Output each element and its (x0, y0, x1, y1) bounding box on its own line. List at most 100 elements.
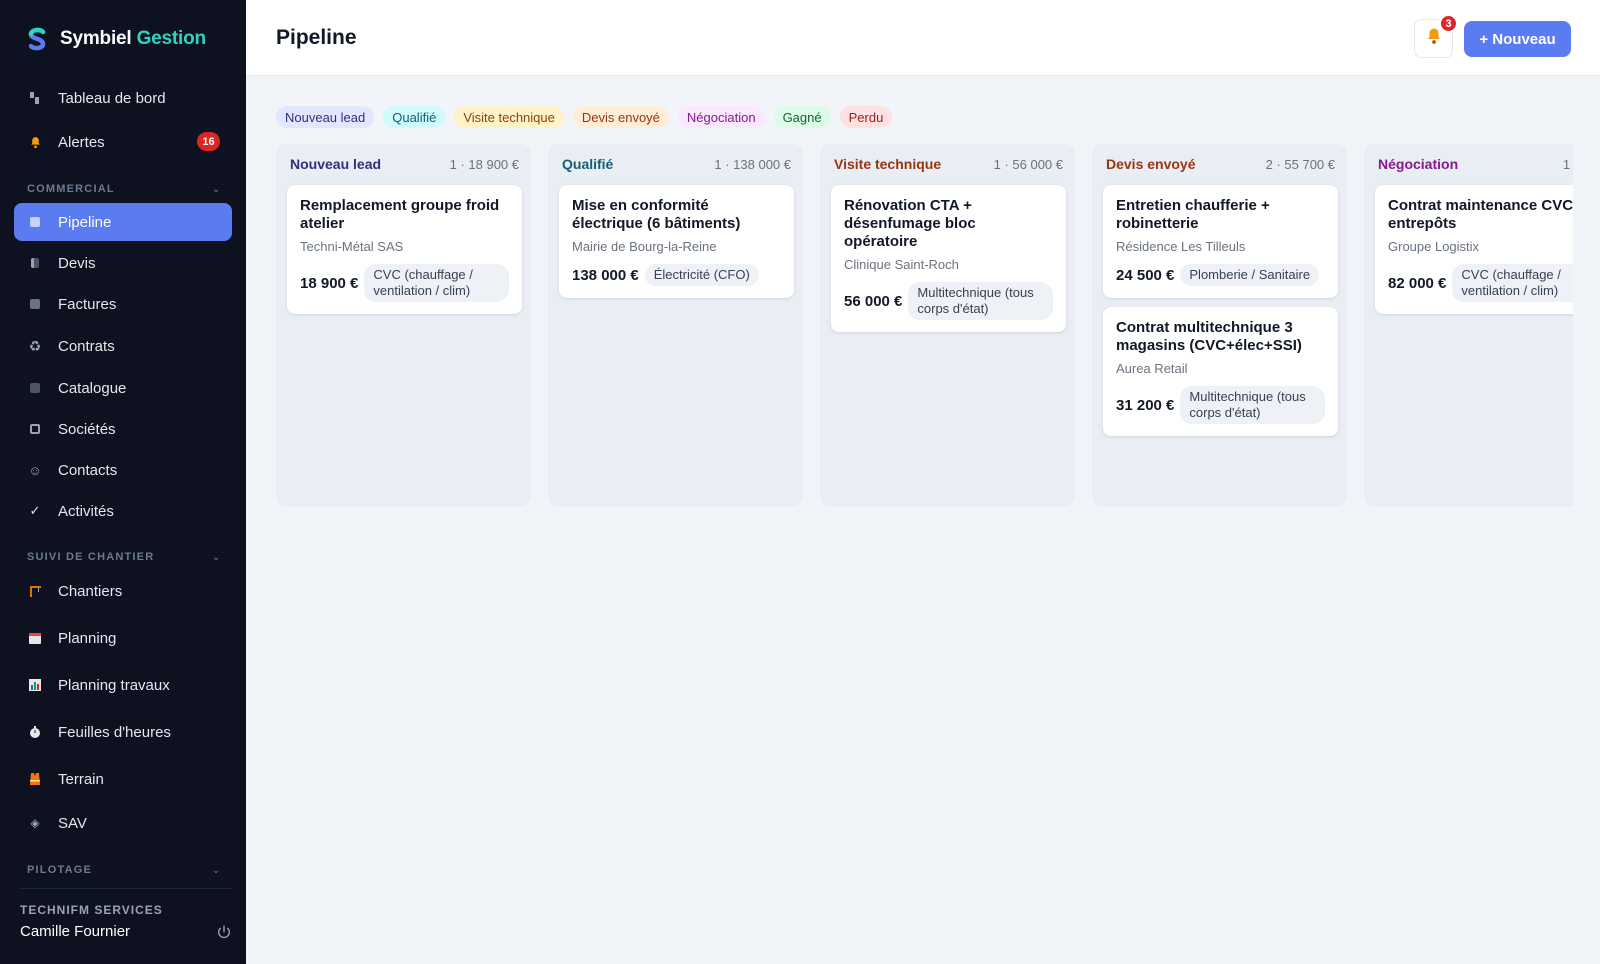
filter-chip-gagne[interactable]: Gagné (773, 106, 831, 128)
bar-chart-icon (28, 678, 42, 692)
sidebar-item-activites[interactable]: ✓ Activités (14, 492, 232, 530)
filter-chip-perdu[interactable]: Perdu (839, 106, 893, 128)
power-icon[interactable] (216, 924, 232, 940)
deal-title: Contrat multitechnique 3 magasins (CVC+é… (1116, 319, 1302, 354)
sidebar-item-planning-travaux[interactable]: Planning travaux (14, 666, 232, 704)
sidebar-item-label: Pipeline (58, 213, 112, 231)
sidebar-item-contrats[interactable]: ♻ Contrats (14, 327, 232, 365)
chevron-down-icon: ⌄ (212, 864, 221, 875)
safety-vest-icon (28, 772, 42, 786)
sidebar-item-terrain[interactable]: Terrain (14, 760, 232, 798)
sidebar-item-devis[interactable]: Devis (14, 244, 232, 282)
logo-icon (26, 26, 48, 52)
column-title: Nouveau lead (290, 156, 382, 172)
brand-name: Symbiel Gestion (60, 28, 206, 49)
pipeline-board: Nouveau lead 1 · 18 900 € Remplacement gro… (276, 144, 1573, 506)
trade-tag: Multitechnique (tous corps d'état) (908, 282, 1053, 320)
deal-card[interactable]: Contrat multitechnique 3 magasins (CVC+é… (1103, 307, 1338, 436)
deal-amount: 18 900 € (300, 274, 359, 292)
alerts-count-badge: 16 (197, 132, 220, 151)
column-nouveau-lead: Nouveau lead 1 · 18 900 € Remplacement gro… (276, 144, 531, 506)
sidebar: Symbiel Gestion Tableau de bord Alertes … (0, 0, 246, 964)
column-header: Qualifié 1 · 138 000 € (562, 156, 791, 172)
bell-icon (28, 135, 42, 149)
notifications-button[interactable]: 3 (1414, 14, 1458, 58)
sidebar-item-label: Catalogue (58, 379, 127, 397)
section-commercial[interactable]: COMMERCIAL ⌄ (27, 181, 221, 197)
deal-card[interactable]: Remplacement groupe froid atelier Techni-… (287, 185, 522, 314)
section-pilotage[interactable]: PILOTAGE ⌄ (27, 862, 221, 878)
section-title: PILOTAGE (27, 864, 93, 876)
sidebar-item-tableau-de-bord[interactable]: Tableau de bord (14, 79, 232, 117)
sidebar-item-alertes[interactable]: Alertes 16 (14, 123, 232, 161)
column-header: Négociation 1 · 82 0 (1378, 156, 1573, 172)
sidebar-item-catalogue[interactable]: Catalogue (14, 369, 232, 407)
check-icon: ✓ (29, 503, 41, 518)
sidebar-item-label: Feuilles d'heures (58, 723, 171, 741)
sidebar-item-sav[interactable]: ◈ SAV (14, 804, 232, 842)
column-summary: 1 · 82 0 (1562, 156, 1573, 172)
brand[interactable]: Symbiel Gestion (26, 24, 206, 54)
trade-tag: Plomberie / Sanitaire (1180, 264, 1320, 286)
column-header: Visite technique 1 · 56 000 € (834, 156, 1063, 172)
deal-title: Entretien chaufferie + robinetterie (1116, 197, 1270, 232)
deal-company: Techni-Métal SAS (300, 239, 404, 254)
quote-icon (28, 256, 42, 270)
deal-company: Mairie de Bourg-la-Reine (572, 239, 717, 254)
filter-chip-nouveau-lead[interactable]: Nouveau lead (276, 106, 375, 128)
deal-card[interactable]: Contrat maintenance CVC – entrepôts Group… (1375, 185, 1573, 314)
deal-card[interactable]: Entretien chaufferie + robinetterie Résid… (1103, 185, 1338, 298)
deal-title: Remplacement groupe froid atelier (300, 197, 500, 232)
filter-chip-qualifie[interactable]: Qualifié (383, 106, 446, 128)
deal-company: Clinique Saint-Roch (844, 257, 959, 272)
column-header: Nouveau lead 1 · 18 900 € (290, 156, 519, 172)
deal-company: Groupe Logistix (1388, 239, 1480, 254)
section-suivi-de-chantier[interactable]: SUIVI DE CHANTIER ⌄ (27, 549, 221, 565)
sidebar-item-chantiers[interactable]: Chantiers (14, 572, 232, 610)
pipeline-icon (28, 215, 42, 229)
sidebar-item-pipeline[interactable]: Pipeline (14, 203, 232, 241)
deal-title: Mise en conformité électrique (6 bâtimen… (572, 197, 741, 232)
sidebar-item-label: Sociétés (58, 420, 116, 438)
bell-icon (1425, 27, 1443, 50)
stopwatch-icon (28, 725, 42, 739)
sidebar-item-label: Devis (58, 254, 96, 272)
chevron-down-icon: ⌄ (212, 183, 221, 194)
trade-tag: Électricité (CFO) (644, 264, 759, 286)
sidebar-item-factures[interactable]: Factures (14, 285, 232, 323)
deal-title: Contrat maintenance CVC – entrepôts (1388, 197, 1573, 232)
sidebar-item-label: Contrats (58, 337, 115, 355)
deal-card[interactable]: Mise en conformité électrique (6 bâtimen… (559, 185, 794, 298)
new-button[interactable]: + Nouveau (1464, 21, 1571, 57)
sidebar-item-label: Alertes (58, 133, 105, 151)
deal-company: Aurea Retail (1116, 361, 1188, 376)
column-qualifie: Qualifié 1 · 138 000 € Mise en conformité … (548, 144, 803, 506)
deal-amount: 31 200 € (1116, 396, 1175, 414)
sidebar-item-label: Planning travaux (58, 676, 170, 694)
sidebar-item-planning[interactable]: Planning (14, 619, 232, 657)
column-header: Devis envoyé 2 · 55 700 € (1106, 156, 1335, 172)
deal-title: Rénovation CTA + désenfumage bloc opérat… (844, 197, 976, 250)
trade-tag: CVC (chauffage / ventilation / clim) (1452, 264, 1573, 302)
deal-amount: 82 000 € (1388, 274, 1447, 292)
sidebar-item-label: Tableau de bord (58, 89, 166, 107)
deal-card[interactable]: Rénovation CTA + désenfumage bloc opérat… (831, 185, 1066, 332)
dashboard-icon (28, 91, 42, 105)
deal-amount: 24 500 € (1116, 266, 1175, 284)
sidebar-item-label: Contacts (58, 461, 118, 479)
column-title: Visite technique (834, 156, 942, 172)
contact-icon: ☺ (28, 462, 42, 478)
column-summary: 2 · 55 700 € (1265, 156, 1335, 172)
filter-chip-visite-technique[interactable]: Visite technique (454, 106, 564, 128)
sidebar-item-feuilles-dheures[interactable]: Feuilles d'heures (14, 713, 232, 751)
column-summary: 1 · 18 900 € (449, 156, 519, 172)
top-header: Pipeline 3 + Nouveau (246, 0, 1600, 76)
filter-chip-negociation[interactable]: Négociation (677, 106, 765, 128)
sidebar-item-societes[interactable]: Sociétés (14, 410, 232, 448)
filter-chip-devis-envoye[interactable]: Devis envoyé (572, 106, 669, 128)
deal-company: Résidence Les Tilleuls (1116, 239, 1246, 254)
sidebar-item-contacts[interactable]: ☺ Contacts (14, 451, 232, 489)
invoice-icon (28, 297, 42, 311)
deal-amount: 138 000 € (572, 266, 639, 284)
calendar-icon (28, 631, 42, 645)
